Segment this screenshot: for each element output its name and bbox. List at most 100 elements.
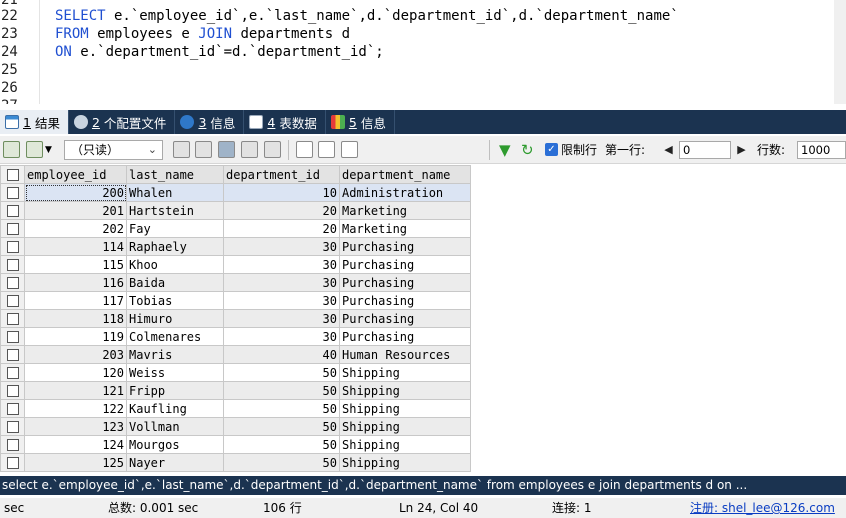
add-row-icon[interactable] xyxy=(173,141,190,158)
export-icon[interactable] xyxy=(3,141,20,158)
tab-table-data[interactable]: 4 表数据 xyxy=(244,110,326,134)
next-page-button[interactable]: ▶ xyxy=(735,141,748,159)
table-cell[interactable]: Tobias xyxy=(126,291,224,310)
table-row[interactable]: 203 Mavris 40 Human Resources xyxy=(0,345,471,364)
row-checkbox[interactable] xyxy=(0,417,25,436)
table-cell[interactable]: Purchasing xyxy=(339,255,471,274)
sql-editor[interactable]: 21 22 23 24 25 26 27 SELECT e.`employee_… xyxy=(0,0,846,104)
table-cell[interactable]: 20 xyxy=(223,219,340,238)
table-cell[interactable]: Purchasing xyxy=(339,273,471,292)
table-cell[interactable]: Vollman xyxy=(126,417,224,436)
row-checkbox[interactable] xyxy=(0,237,25,256)
table-row[interactable]: 117 Tobias 30 Purchasing xyxy=(0,291,471,310)
row-checkbox[interactable] xyxy=(0,399,25,418)
table-cell[interactable]: 119 xyxy=(24,327,127,346)
table-cell[interactable]: 117 xyxy=(24,291,127,310)
tab-info[interactable]: 3 信息 xyxy=(175,110,245,134)
table-cell[interactable]: 50 xyxy=(223,453,340,472)
table-cell[interactable]: 123 xyxy=(24,417,127,436)
row-checkbox[interactable] xyxy=(0,345,25,364)
table-cell[interactable]: 122 xyxy=(24,399,127,418)
table-row[interactable]: 201 Hartstein 20 Marketing xyxy=(0,201,471,220)
chevron-down-icon[interactable]: ▼ xyxy=(45,142,52,158)
table-cell[interactable]: Administration xyxy=(339,183,471,202)
grid-view-icon[interactable] xyxy=(296,141,313,158)
table-cell[interactable]: 203 xyxy=(24,345,127,364)
table-cell[interactable]: 115 xyxy=(24,255,127,274)
code-line-22[interactable]: SELECT e.`employee_id`,e.`last_name`,d.`… xyxy=(55,7,679,25)
table-cell[interactable]: Nayer xyxy=(126,453,224,472)
duplicate-row-icon[interactable] xyxy=(195,141,212,158)
table-cell[interactable]: Whalen xyxy=(126,183,224,202)
row-checkbox[interactable] xyxy=(0,327,25,346)
column-header[interactable]: employee_id xyxy=(24,165,127,184)
limit-rows-checkbox[interactable]: ✓ xyxy=(545,143,558,156)
table-cell[interactable]: 30 xyxy=(223,255,340,274)
table-cell[interactable]: 50 xyxy=(223,381,340,400)
table-cell[interactable]: Colmenares xyxy=(126,327,224,346)
table-cell[interactable]: Marketing xyxy=(339,219,471,238)
column-header[interactable]: department_name xyxy=(339,165,471,184)
table-row[interactable]: 200 Whalen 10 Administration xyxy=(0,183,471,202)
table-cell[interactable]: 20 xyxy=(223,201,340,220)
table-cell[interactable]: 201 xyxy=(24,201,127,220)
table-cell[interactable]: Shipping xyxy=(339,417,471,436)
tab-profile[interactable]: 2 个配置文件 xyxy=(69,110,176,134)
table-cell[interactable]: 50 xyxy=(223,399,340,418)
filter-icon[interactable]: ▼ xyxy=(499,142,511,158)
result-mode-select[interactable]: （只读） ⌄ xyxy=(64,140,163,160)
table-cell[interactable]: Shipping xyxy=(339,363,471,382)
table-row[interactable]: 121 Fripp 50 Shipping xyxy=(0,381,471,400)
table-cell[interactable]: Purchasing xyxy=(339,309,471,328)
table-cell[interactable]: Mavris xyxy=(126,345,224,364)
register-link[interactable]: 注册: shel_lee@126.com xyxy=(690,498,835,518)
import-icon[interactable] xyxy=(26,141,43,158)
row-checkbox[interactable] xyxy=(0,201,25,220)
result-grid[interactable]: employee_id last_name department_id depa… xyxy=(0,165,846,476)
row-checkbox[interactable] xyxy=(0,453,25,472)
table-cell[interactable]: Baida xyxy=(126,273,224,292)
table-cell[interactable]: 30 xyxy=(223,237,340,256)
table-cell[interactable]: 40 xyxy=(223,345,340,364)
table-cell[interactable]: 200 xyxy=(24,183,127,202)
table-cell[interactable]: 118 xyxy=(24,309,127,328)
refresh-icon[interactable]: ↻ xyxy=(521,142,534,158)
rows-count-input[interactable]: 1000 xyxy=(797,141,846,159)
table-cell[interactable]: Weiss xyxy=(126,363,224,382)
table-cell[interactable]: Shipping xyxy=(339,453,471,472)
table-cell[interactable]: 50 xyxy=(223,417,340,436)
table-row[interactable]: 122 Kaufling 50 Shipping xyxy=(0,399,471,418)
row-checkbox[interactable] xyxy=(0,291,25,310)
table-cell[interactable]: Fripp xyxy=(126,381,224,400)
first-row-input[interactable]: 0 xyxy=(679,141,731,159)
table-row[interactable]: 124 Mourgos 50 Shipping xyxy=(0,435,471,454)
table-cell[interactable]: 50 xyxy=(223,435,340,454)
form-view-icon[interactable] xyxy=(318,141,335,158)
table-cell[interactable]: Shipping xyxy=(339,435,471,454)
row-checkbox[interactable] xyxy=(0,273,25,292)
column-header[interactable]: department_id xyxy=(223,165,340,184)
save-icon[interactable] xyxy=(218,141,235,158)
table-row[interactable]: 118 Himuro 30 Purchasing xyxy=(0,309,471,328)
table-cell[interactable]: Fay xyxy=(126,219,224,238)
table-cell[interactable]: 121 xyxy=(24,381,127,400)
table-cell[interactable]: 30 xyxy=(223,309,340,328)
table-cell[interactable]: 202 xyxy=(24,219,127,238)
row-checkbox[interactable] xyxy=(0,183,25,202)
row-checkbox[interactable] xyxy=(0,309,25,328)
row-checkbox[interactable] xyxy=(0,219,25,238)
table-row[interactable]: 114 Raphaely 30 Purchasing xyxy=(0,237,471,256)
tab-messages[interactable]: 5 信息 xyxy=(326,110,395,134)
table-cell[interactable]: 50 xyxy=(223,363,340,382)
table-cell[interactable]: 30 xyxy=(223,291,340,310)
table-cell[interactable]: 116 xyxy=(24,273,127,292)
editor-scrollbar[interactable] xyxy=(834,0,846,104)
cancel-icon[interactable] xyxy=(264,141,281,158)
table-cell[interactable]: 125 xyxy=(24,453,127,472)
table-cell[interactable]: Raphaely xyxy=(126,237,224,256)
row-checkbox[interactable] xyxy=(0,381,25,400)
text-view-icon[interactable] xyxy=(341,141,358,158)
table-cell[interactable]: 114 xyxy=(24,237,127,256)
table-row[interactable]: 123 Vollman 50 Shipping xyxy=(0,417,471,436)
table-row[interactable]: 116 Baida 30 Purchasing xyxy=(0,273,471,292)
